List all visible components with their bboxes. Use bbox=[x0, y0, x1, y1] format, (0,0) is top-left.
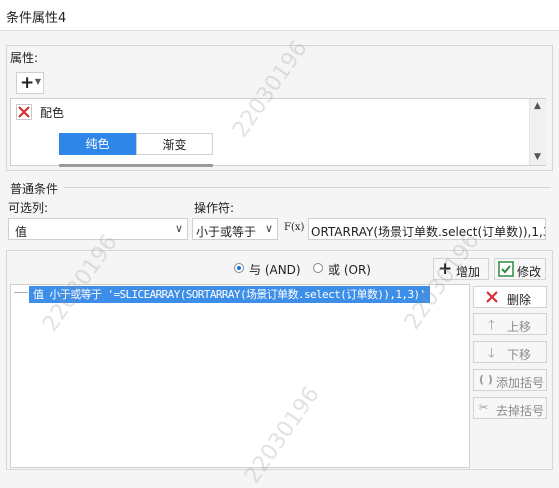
chevron-down-icon: ∨ bbox=[174, 222, 183, 235]
close-icon bbox=[18, 106, 30, 118]
remove-property-button[interactable] bbox=[16, 104, 32, 120]
delete-condition-button[interactable]: 删除 bbox=[473, 286, 547, 308]
remove-parentheses-icon: ✂ bbox=[479, 401, 489, 414]
remove-parentheses-button[interactable]: ✂ 去掉括号 bbox=[473, 397, 547, 419]
modify-icon bbox=[498, 261, 514, 277]
move-down-button[interactable]: 🡓 下移 bbox=[473, 341, 547, 363]
and-radio[interactable] bbox=[234, 263, 244, 273]
title-bar bbox=[0, 0, 559, 30]
color-property-label: 配色 bbox=[40, 106, 65, 120]
parentheses-icon: ( ) bbox=[479, 373, 493, 386]
plus-icon: + bbox=[20, 73, 35, 93]
add-parentheses-button[interactable]: ( ) 添加括号 bbox=[473, 369, 547, 391]
operator-select-value: 小于或等于 bbox=[196, 225, 257, 239]
move-down-label: 下移 bbox=[507, 348, 532, 362]
or-radio[interactable] bbox=[313, 263, 323, 273]
add-property-button[interactable]: + ▼ bbox=[16, 72, 44, 94]
delete-condition-label: 删除 bbox=[507, 293, 532, 307]
scroll-down-icon[interactable]: ▼ bbox=[534, 152, 541, 162]
operator-select[interactable]: 小于或等于 ∨ bbox=[192, 218, 278, 240]
condition-list bbox=[10, 284, 470, 468]
tree-connector bbox=[14, 292, 28, 293]
move-up-label: 上移 bbox=[507, 320, 532, 334]
modify-condition-button[interactable]: 修改 bbox=[494, 258, 546, 280]
conditions-section-label: 普通条件 bbox=[10, 182, 59, 196]
properties-section-label: 属性: bbox=[10, 51, 39, 65]
column-label: 可选列: bbox=[8, 201, 49, 215]
formula-input[interactable]: ORTARRAY(场景订单数.select(订单数)),1,3) bbox=[308, 218, 546, 240]
operator-label: 操作符: bbox=[194, 201, 235, 215]
window-title: 条件属性4 bbox=[6, 11, 67, 26]
arrow-up-icon: 🡑 bbox=[488, 318, 495, 333]
tab-solid-color[interactable]: 纯色 bbox=[59, 133, 136, 155]
color-preview-strip bbox=[59, 164, 213, 167]
and-radio-label: 与 (AND) bbox=[249, 263, 301, 277]
tab-gradient[interactable]: 渐变 bbox=[136, 133, 213, 155]
move-up-button[interactable]: 🡑 上移 bbox=[473, 313, 547, 335]
modify-condition-label: 修改 bbox=[517, 265, 542, 279]
formula-button[interactable]: F(x) bbox=[284, 219, 306, 239]
arrow-down-icon: 🡓 bbox=[488, 346, 495, 361]
or-radio-label: 或 (OR) bbox=[328, 263, 371, 277]
scroll-up-icon[interactable]: ▲ bbox=[534, 101, 541, 111]
title-divider bbox=[0, 30, 559, 31]
remove-parentheses-label: 去掉括号 bbox=[496, 404, 545, 418]
conditions-divider bbox=[64, 187, 551, 188]
chevron-down-icon: ∨ bbox=[264, 222, 273, 235]
property-list-scrollbar[interactable]: ▲ ▼ bbox=[529, 99, 546, 165]
formula-input-value: ORTARRAY(场景订单数.select(订单数)),1,3) bbox=[311, 225, 546, 239]
column-select-value: 值 bbox=[15, 225, 28, 239]
delete-icon bbox=[486, 291, 498, 303]
property-list bbox=[10, 98, 546, 166]
add-parentheses-label: 添加括号 bbox=[496, 376, 545, 390]
formula-icon: F(x) bbox=[284, 222, 305, 233]
chevron-down-icon: ▼ bbox=[34, 77, 41, 86]
